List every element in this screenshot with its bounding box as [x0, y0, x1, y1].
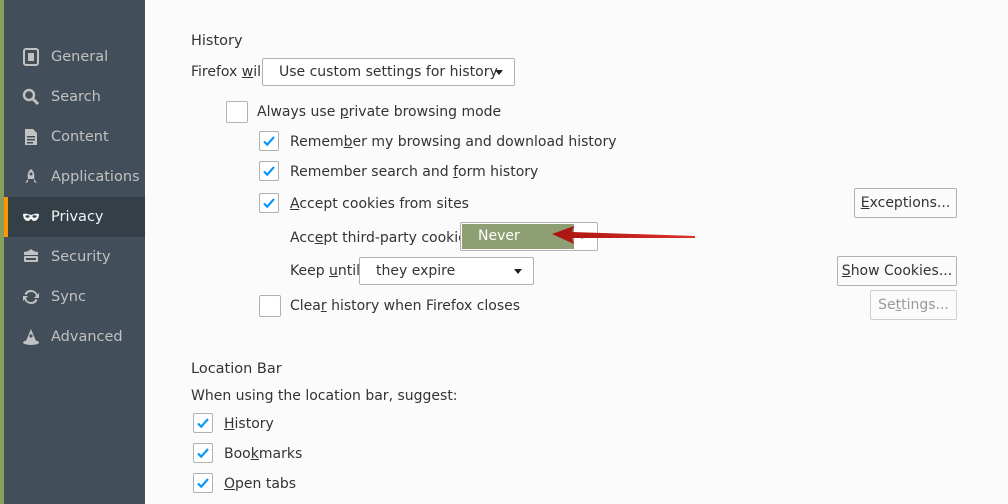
keep-until-value: they expire — [376, 263, 456, 279]
checkmark-icon — [197, 448, 209, 459]
suggest-history-label: History — [224, 416, 274, 432]
sidebar-item-general[interactable]: General — [4, 37, 145, 77]
private-browsing-label: Always use private browsing mode — [257, 104, 502, 120]
general-icon — [22, 48, 40, 66]
sidebar-item-sync[interactable]: Sync — [4, 277, 145, 317]
sidebar-item-label: Privacy — [51, 209, 104, 225]
content-icon — [22, 128, 40, 146]
remember-search-checkbox[interactable] — [259, 161, 279, 181]
remember-search-label: Remember search and form history — [290, 164, 539, 180]
applications-icon — [22, 168, 40, 186]
sidebar-item-content[interactable]: Content — [4, 117, 145, 157]
sidebar-item-label: Search — [51, 89, 101, 105]
suggest-bookmarks-checkbox[interactable] — [193, 443, 213, 463]
history-mode-value: Use custom settings for history — [279, 64, 498, 80]
history-mode-dropdown[interactable]: Use custom settings for history — [262, 58, 515, 86]
chevron-down-icon — [514, 269, 522, 274]
search-icon — [22, 88, 40, 106]
location-bar-section-title: Location Bar — [191, 361, 282, 377]
accept-cookies-label: Accept cookies from sites — [290, 196, 469, 212]
sidebar-item-label: Advanced — [51, 329, 123, 345]
advanced-icon — [22, 328, 40, 346]
sidebar-item-label: Sync — [51, 289, 86, 305]
checkmark-icon — [263, 198, 275, 209]
show-cookies-button[interactable]: Show Cookies... — [837, 256, 957, 286]
sidebar-item-label: Content — [51, 129, 109, 145]
exceptions-button[interactable]: Exceptions... — [854, 188, 957, 218]
third-party-cookies-value: Never — [478, 228, 520, 244]
clear-history-checkbox[interactable] — [259, 295, 281, 317]
sidebar-item-search[interactable]: Search — [4, 77, 145, 117]
security-icon — [22, 248, 40, 266]
sidebar-item-advanced[interactable]: Advanced — [4, 317, 145, 357]
accept-cookies-checkbox[interactable] — [259, 193, 279, 213]
privacy-mask-icon — [22, 208, 40, 226]
location-bar-suggest-label: When using the location bar, suggest: — [191, 388, 458, 404]
checkmark-icon — [263, 166, 275, 177]
clear-history-label: Clear history when Firefox closes — [290, 298, 521, 314]
sidebar-item-privacy[interactable]: Privacy — [4, 197, 145, 237]
sidebar: General Search Content Applications Priv… — [4, 0, 145, 504]
third-party-cookies-label: Accept third-party cookies: — [290, 230, 479, 246]
checkmark-icon — [197, 478, 209, 489]
sidebar-item-applications[interactable]: Applications — [4, 157, 145, 197]
suggest-open-tabs-label: Open tabs — [224, 476, 297, 492]
history-section-title: History — [191, 33, 243, 49]
sidebar-item-security[interactable]: Security — [4, 237, 145, 277]
suggest-bookmarks-label: Bookmarks — [224, 446, 303, 462]
firefox-will-label: Firefox will: — [191, 64, 270, 80]
sidebar-item-label: Applications — [51, 169, 140, 185]
private-browsing-checkbox[interactable] — [226, 101, 248, 123]
sidebar-item-label: General — [51, 49, 109, 65]
sync-icon — [22, 288, 40, 306]
clear-history-settings-button[interactable]: Settings... — [870, 290, 957, 320]
sidebar-item-label: Security — [51, 249, 111, 265]
checkmark-icon — [197, 418, 209, 429]
preferences-pane: History Firefox will: Use custom setting… — [145, 0, 1008, 504]
annotation-arrow — [552, 226, 695, 244]
chevron-down-icon — [495, 70, 503, 75]
suggest-history-checkbox[interactable] — [193, 413, 213, 433]
remember-browsing-checkbox[interactable] — [259, 131, 279, 151]
checkmark-icon — [263, 136, 275, 147]
remember-browsing-label: Remember my browsing and download histor… — [290, 134, 617, 150]
keep-until-dropdown[interactable]: they expire — [359, 257, 534, 285]
suggest-open-tabs-checkbox[interactable] — [193, 473, 213, 493]
keep-until-label: Keep until: — [290, 263, 365, 279]
